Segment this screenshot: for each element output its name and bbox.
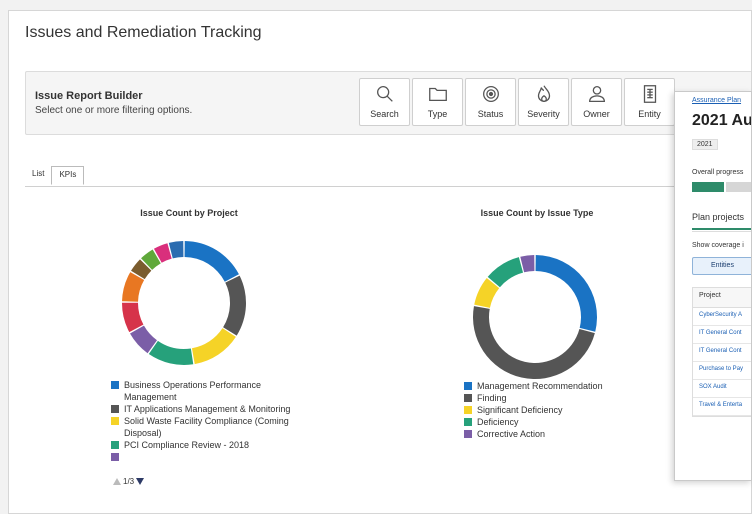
search-filter-label: Search bbox=[370, 109, 399, 119]
legend-item[interactable]: PCI Compliance Review - 2018 bbox=[111, 439, 291, 451]
donut-slice[interactable] bbox=[168, 241, 184, 259]
user-icon bbox=[588, 86, 605, 102]
flame-icon bbox=[537, 85, 550, 102]
legend-item[interactable]: Management Recommendation bbox=[464, 380, 644, 392]
filter-buttons: Search Type Status Severity Owner Entity bbox=[359, 78, 675, 126]
table-row[interactable]: IT General Cont bbox=[693, 344, 751, 362]
project-chart-title: Issue Count by Project bbox=[140, 208, 238, 218]
page-up-icon[interactable] bbox=[113, 478, 121, 485]
legend-item[interactable]: Finding bbox=[464, 392, 644, 404]
table-row[interactable]: CyberSecurity A bbox=[693, 308, 751, 326]
legend-label: Management Recommendation bbox=[477, 381, 603, 391]
type-filter-button[interactable]: Type bbox=[412, 78, 463, 126]
progress-label: Overall progress bbox=[692, 169, 744, 176]
project-donut-chart bbox=[122, 241, 246, 365]
status-filter-label: Status bbox=[477, 109, 504, 119]
donut-slice[interactable] bbox=[535, 255, 597, 332]
legend-swatch bbox=[111, 453, 119, 461]
tab-plan-projects[interactable]: Plan projects bbox=[692, 212, 751, 230]
folder-icon bbox=[428, 87, 447, 102]
type-donut-chart bbox=[473, 255, 597, 379]
legend-item[interactable] bbox=[111, 451, 291, 461]
legend-swatch bbox=[111, 441, 119, 449]
table-row[interactable]: Purchase to Pay bbox=[693, 362, 751, 380]
legend-label: Deficiency bbox=[477, 417, 519, 427]
table-header-project: Project bbox=[693, 288, 751, 308]
legend-pager: 1/3 bbox=[113, 477, 145, 486]
owner-filter-label: Owner bbox=[583, 109, 610, 119]
issue-report-builder: Issue Report Builder Select one or more … bbox=[25, 71, 751, 135]
owner-filter-button[interactable]: Owner bbox=[571, 78, 622, 126]
donut-slice[interactable] bbox=[473, 306, 595, 379]
view-tabs: List KPIs bbox=[25, 166, 85, 185]
tab-kpis[interactable]: KPIs bbox=[51, 166, 85, 185]
donut-slice[interactable] bbox=[223, 275, 246, 336]
legend-swatch bbox=[111, 405, 119, 413]
severity-filter-label: Severity bbox=[527, 109, 560, 119]
year-badge: 2021 bbox=[692, 139, 718, 150]
projects-table: Project CyberSecurity A IT General Cont … bbox=[692, 287, 751, 417]
panel-tabs-divider bbox=[692, 231, 751, 232]
target-icon bbox=[482, 86, 499, 102]
show-coverage-label: Show coverage i bbox=[692, 242, 744, 249]
legend-swatch bbox=[464, 394, 472, 402]
legend-label: Finding bbox=[477, 393, 507, 403]
pager-text: 1/3 bbox=[123, 477, 135, 486]
legend-label: Corrective Action bbox=[477, 429, 546, 439]
status-filter-button[interactable]: Status bbox=[465, 78, 516, 126]
donut-slice[interactable] bbox=[520, 255, 535, 273]
page-down-icon[interactable] bbox=[136, 478, 145, 485]
legend-label: IT Applications Management & Monitoring bbox=[124, 404, 291, 414]
type-legend: Management Recommendation Finding Signif… bbox=[464, 380, 644, 440]
page-title: Issues and Remediation Tracking bbox=[25, 24, 262, 41]
entity-filter-button[interactable]: Entity bbox=[624, 78, 675, 126]
table-row[interactable]: IT General Cont bbox=[693, 326, 751, 344]
app-window: Issues and Remediation Tracking Issue Re… bbox=[8, 10, 752, 514]
donut-slice[interactable] bbox=[191, 328, 236, 365]
panel-title: 2021 Au bbox=[692, 112, 752, 129]
legend-swatch bbox=[464, 406, 472, 414]
legend-label: Significant Deficiency bbox=[477, 405, 563, 415]
tab-list[interactable]: List bbox=[25, 166, 51, 185]
table-row[interactable]: Travel & Enterta bbox=[693, 398, 751, 416]
type-chart-title: Issue Count by Issue Type bbox=[480, 208, 594, 218]
donut-slice[interactable] bbox=[148, 340, 194, 365]
entities-button[interactable]: Entities bbox=[692, 257, 751, 275]
donut-slice[interactable] bbox=[487, 257, 524, 288]
legend-swatch bbox=[464, 382, 472, 390]
legend-swatch bbox=[111, 417, 119, 425]
search-icon bbox=[376, 86, 393, 102]
legend-swatch bbox=[464, 430, 472, 438]
donut-slice[interactable] bbox=[184, 241, 239, 282]
legend-label: Solid Waste Facility Compliance (Coming … bbox=[124, 416, 289, 438]
builder-subtitle: Select one or more filtering options. bbox=[35, 105, 193, 116]
assurance-plan-link[interactable]: Assurance Plan bbox=[692, 97, 741, 104]
legend-swatch bbox=[464, 418, 472, 426]
assurance-plan-panel: Assurance Plan 2021 Au 2021 Overall prog… bbox=[674, 91, 752, 481]
type-filter-label: Type bbox=[427, 109, 448, 119]
building-icon bbox=[643, 85, 656, 103]
legend-item[interactable]: Significant Deficiency bbox=[464, 404, 644, 416]
project-legend: Business Operations Performance Manageme… bbox=[111, 379, 291, 471]
tabs-divider bbox=[25, 186, 751, 187]
legend-swatch bbox=[111, 381, 119, 389]
builder-title: Issue Report Builder bbox=[35, 90, 143, 102]
legend-item[interactable]: IT Applications Management & Monitoring bbox=[111, 403, 291, 415]
entity-filter-label: Entity bbox=[638, 109, 661, 119]
legend-item[interactable]: Business Operations Performance Manageme… bbox=[111, 379, 291, 403]
severity-filter-button[interactable]: Severity bbox=[518, 78, 569, 126]
legend-label: Business Operations Performance Manageme… bbox=[124, 380, 262, 402]
search-filter-button[interactable]: Search bbox=[359, 78, 410, 126]
progress-divider bbox=[724, 182, 726, 192]
progress-bar bbox=[692, 182, 751, 192]
legend-item[interactable]: Solid Waste Facility Compliance (Coming … bbox=[111, 415, 291, 439]
legend-label: PCI Compliance Review - 2018 bbox=[124, 440, 250, 450]
legend-item[interactable]: Corrective Action bbox=[464, 428, 644, 440]
table-row[interactable]: SOX Audit bbox=[693, 380, 751, 398]
progress-fill bbox=[692, 182, 724, 192]
legend-item[interactable]: Deficiency bbox=[464, 416, 644, 428]
